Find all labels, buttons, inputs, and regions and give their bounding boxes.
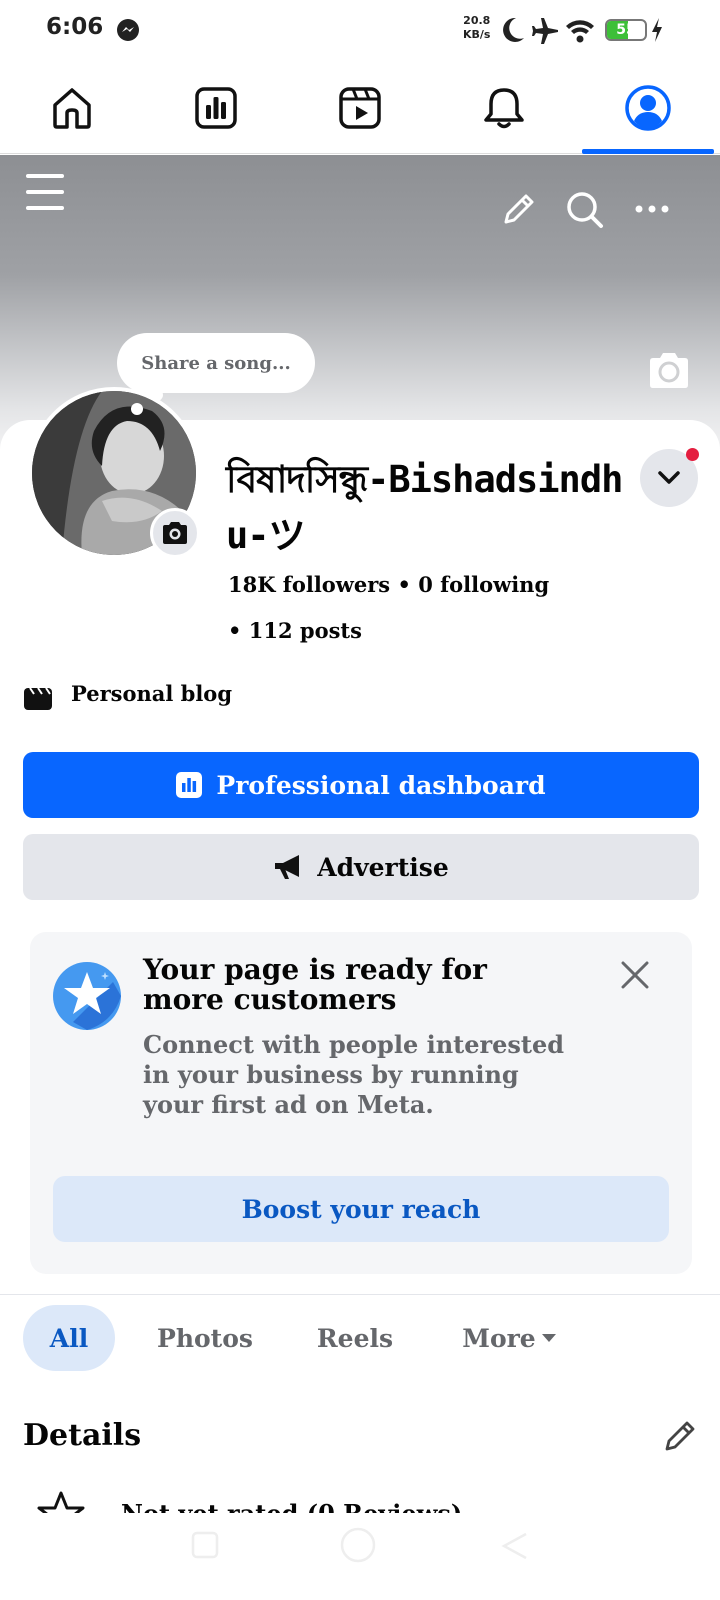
profile-icon [625,85,671,131]
status-time: 6:06 [46,14,104,40]
tab-home[interactable] [0,62,144,154]
tab-dashboard[interactable] [144,62,288,154]
battery-indicator: 55 [605,19,647,41]
advertise-label: Advertise [317,852,449,882]
details-heading: Details [23,1418,142,1453]
dashboard-icon [195,87,237,129]
search-icon[interactable] [565,190,605,230]
star-icon [37,1491,85,1513]
megaphone-icon [275,855,300,879]
avatar-camera-button[interactable] [150,508,200,558]
dashboard-icon [176,772,203,798]
airplane-icon [532,18,558,44]
chevron-down-icon [658,471,680,484]
professional-dashboard-button[interactable]: Professional dashboard [23,752,699,818]
stats-separator: • [397,572,411,597]
charging-icon [652,18,662,42]
system-nav-bar [0,1520,720,1600]
net-speed-unit: KB/s [463,28,491,41]
home-icon [53,88,91,129]
star-badge-icon [53,962,121,1030]
share-song-bubble[interactable]: Share a song... [117,333,315,393]
profile-stats-posts: • 112 posts [228,618,362,643]
professional-dashboard-label: Professional dashboard [216,770,546,800]
stats-separator: • [228,618,242,643]
promo-body: Connect with people interested in your b… [143,1030,565,1119]
page-category: Personal blog [71,681,232,706]
rating-row: Not yet rated (0 Reviews) [0,1485,720,1513]
filter-reels[interactable]: Reels [300,1305,410,1371]
promo-title: Your page is ready for more customers [143,953,487,1016]
rating-text: Not yet rated (0 Reviews) [121,1499,462,1513]
recents-icon[interactable] [190,1530,220,1560]
battery-label: 55 [616,22,636,38]
reels-icon [339,87,381,129]
following-count[interactable]: 0 [418,572,433,597]
profile-stats: 18K followers • 0 following [228,572,549,597]
divider [0,1294,720,1295]
advertise-button[interactable]: Advertise [23,834,699,900]
posts-count: 112 [248,618,293,643]
camera-icon [163,522,187,544]
filter-more[interactable]: More [445,1305,575,1371]
more-icon[interactable] [634,199,670,219]
back-icon[interactable] [500,1530,530,1560]
status-icons [503,17,594,44]
bell-icon [484,88,524,129]
profile-name: বিষাদসিন্ধু-Bishadsindhu-ツ [226,458,623,557]
filter-all[interactable]: All [23,1305,115,1371]
tab-profile[interactable] [576,62,720,154]
cover-camera-icon[interactable] [646,351,692,391]
net-speed: 20.8 KB/s [463,14,490,42]
messenger-icon [117,19,139,41]
menu-icon[interactable] [25,172,67,212]
top-nav [0,62,720,154]
clapperboard-icon [24,687,52,710]
caret-down-icon [541,1334,556,1342]
close-icon[interactable] [618,958,652,992]
edit-icon[interactable] [500,192,536,228]
posts-label: posts [299,618,362,643]
boost-your-reach-button[interactable]: Boost your reach [53,1176,669,1242]
following-label[interactable]: following [440,572,549,597]
filter-photos[interactable]: Photos [140,1305,270,1371]
followers-count[interactable]: 18K [228,572,275,597]
wifi-icon [566,20,594,43]
moon-icon [503,17,524,42]
net-speed-value: 20.8 [463,14,491,27]
filter-more-label: More [462,1323,536,1353]
notification-dot [686,448,699,461]
tab-reels[interactable] [288,62,432,154]
active-tab-indicator [582,149,714,154]
home-button-icon[interactable] [339,1526,377,1564]
tab-notifications[interactable] [432,62,576,154]
followers-label[interactable]: followers [283,572,390,597]
edit-details-icon[interactable] [662,1418,698,1454]
